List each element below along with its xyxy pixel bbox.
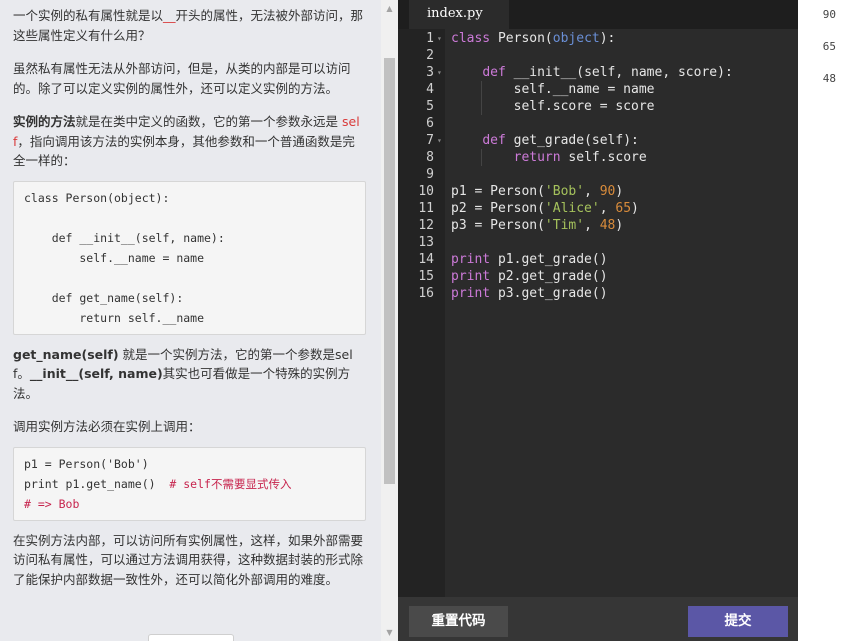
code-line[interactable]: 12 p3 = Person('Tim', 48) — [398, 217, 798, 234]
lesson-paragraph-1: 一个实例的私有属性就是以__开头的属性，无法被外部访问，那这些属性定义有什么用？ — [13, 8, 364, 43]
scrollbar-thumb[interactable] — [384, 58, 395, 484]
submit-button[interactable]: 提交 — [688, 606, 788, 637]
code-line[interactable]: 10 p1 = Person('Bob', 90) — [398, 183, 798, 200]
code-line: self.__name = name — [24, 250, 205, 265]
code-line[interactable]: 13 — [398, 234, 798, 251]
code-line[interactable]: 1 ▾ class Person(object): — [398, 30, 798, 47]
line-number: 14 — [418, 252, 434, 267]
lesson-paragraph-5: 调用实例方法必须在实例上调用： — [13, 419, 201, 434]
scroll-up-icon[interactable]: ▲ — [381, 0, 398, 17]
output-line: 90 — [822, 8, 836, 21]
line-number: 5 — [426, 99, 434, 114]
line-number: 15 — [418, 269, 434, 284]
line-number: 1 — [426, 31, 434, 46]
code-line[interactable]: 15 print p2.get_grade() — [398, 268, 798, 285]
code-example-1: class Person(object): def __init__(self,… — [13, 180, 366, 335]
code-line[interactable]: 2 — [398, 47, 798, 64]
line-number: 7 — [426, 133, 434, 148]
code-example-2: p1 = Person('Bob') print p1.get_name() # … — [13, 446, 366, 521]
indent-guide — [481, 149, 482, 166]
code-line[interactable]: 3 ▾ def __init__(self, name, score): — [398, 64, 798, 81]
line-number: 12 — [418, 218, 434, 233]
line-number: 16 — [418, 286, 434, 301]
code-line[interactable]: 7 ▾ def get_grade(self): — [398, 132, 798, 149]
lesson-content: 一个实例的私有属性就是以__开头的属性，无法被外部访问，那这些属性定义有什么用？… — [13, 6, 366, 589]
code-line: return self.__name — [24, 310, 205, 325]
code-line: def __init__(self, name): — [24, 230, 225, 245]
lesson-button[interactable] — [148, 634, 234, 641]
code-line[interactable]: 4 self.__name = name — [398, 81, 798, 98]
lesson-paragraph-2: 虽然私有属性无法从外部访问，但是，从类的内部是可以访问的。除了可以定义实例的属性… — [13, 61, 351, 96]
tab-index-py[interactable]: index.py — [409, 0, 509, 29]
indent-guide — [481, 81, 482, 115]
output-line: 65 — [822, 40, 836, 53]
editor-footer: 重置代码 提交 — [398, 597, 798, 641]
line-number: 13 — [418, 235, 434, 250]
line-number: 3 — [426, 65, 434, 80]
code-editor: index.py 1 ▾ class Person(object): 2 3 ▾ def … — [398, 0, 798, 641]
editor-tabbar: index.py — [398, 0, 798, 29]
code-line[interactable]: 8 return self.score — [398, 149, 798, 166]
lesson-paragraph-3: 实例的方法就是在类中定义的函数，它的第一个参数永远是 self，指向调用该方法的… — [13, 114, 360, 168]
line-number: 4 — [426, 82, 434, 97]
inline-code: __ — [163, 8, 176, 23]
code-line[interactable]: 11 p2 = Person('Alice', 65) — [398, 200, 798, 217]
output-line: 48 — [822, 72, 836, 85]
fold-arrow-icon[interactable]: ▾ — [437, 132, 442, 149]
reset-code-button[interactable]: 重置代码 — [409, 606, 508, 637]
lesson-paragraph-4: get_name(self) 就是一个实例方法，它的第一个参数是self。__i… — [13, 346, 353, 401]
code-line: def get_name(self): — [24, 290, 184, 305]
lesson-scrollbar[interactable]: ▲ ▼ — [381, 0, 398, 641]
lesson-paragraph-6: 在实例方法内部，可以访问所有实例属性，这样，如果外部需要访问私有属性，可以通过方… — [13, 532, 364, 587]
line-number: 9 — [426, 167, 434, 182]
scroll-down-icon[interactable]: ▼ — [381, 624, 398, 641]
fold-arrow-icon[interactable]: ▾ — [437, 64, 442, 81]
line-number: 2 — [426, 48, 434, 63]
code-line[interactable]: 14 print p1.get_grade() — [398, 251, 798, 268]
code-line[interactable]: 9 — [398, 166, 798, 183]
line-number: 8 — [426, 150, 434, 165]
code-line[interactable]: 5 self.score = score — [398, 98, 798, 115]
lesson-panel: 一个实例的私有属性就是以__开头的属性，无法被外部访问，那这些属性定义有什么用？… — [0, 0, 381, 641]
code-line[interactable]: 6 — [398, 115, 798, 132]
fold-arrow-icon[interactable]: ▾ — [437, 30, 442, 47]
line-number: 6 — [426, 116, 434, 131]
code-line[interactable]: 16 print p3.get_grade() — [398, 285, 798, 302]
line-number: 11 — [418, 201, 434, 216]
line-number: 10 — [418, 184, 434, 199]
output-panel: 90 65 48 — [798, 0, 861, 641]
code-line: class Person(object): — [24, 190, 170, 205]
